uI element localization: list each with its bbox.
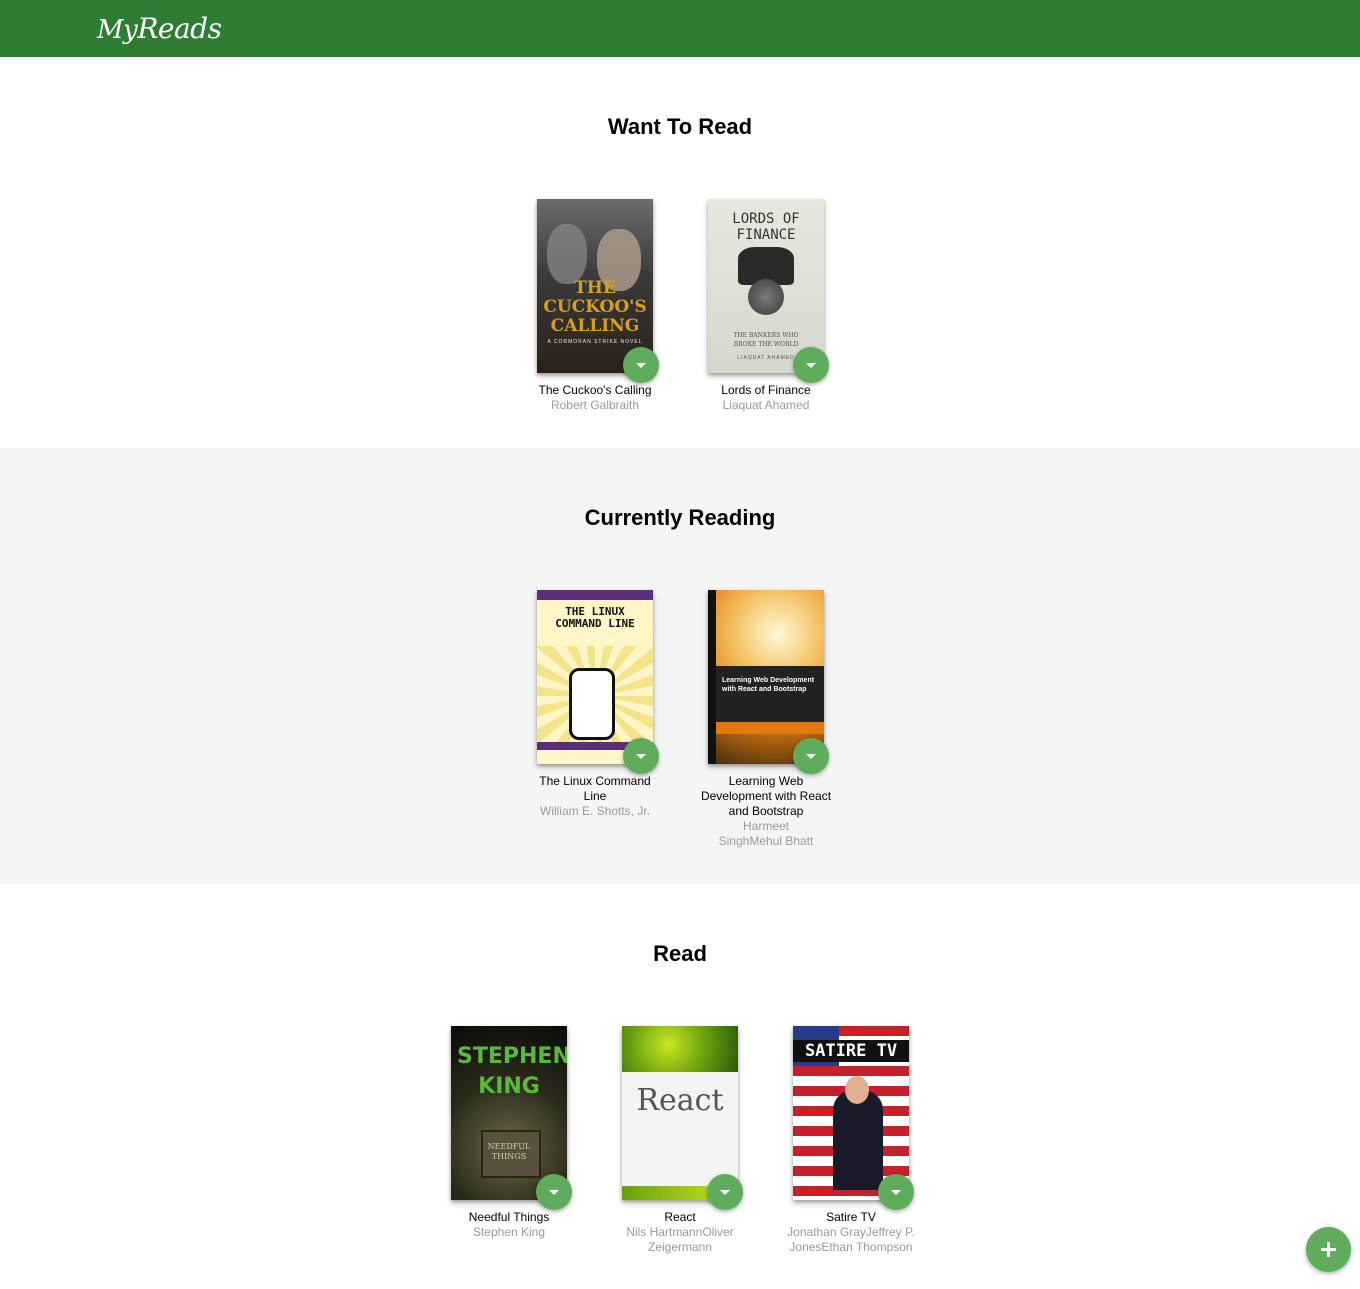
book-item: THE CUCKOO'S CALLING A CORMORAN STRIKE N… [525, 199, 665, 413]
book-item: THE LINUX COMMAND LINE The Linux Command… [525, 590, 665, 819]
book-authors: Stephen King [472, 1225, 546, 1239]
cover-title: NEEDFUL THINGS [487, 1142, 531, 1161]
cover-title: THE LINUX COMMAND LINE [555, 605, 635, 630]
book-item: Learning Web Development with React and … [696, 590, 836, 849]
book-title: The Cuckoo's Calling [538, 383, 652, 397]
add-book-button[interactable] [1306, 1227, 1351, 1272]
book-authors: Robert Galbraith [550, 398, 640, 412]
shelf-title: Currently Reading [584, 505, 776, 530]
cover-title: Learning Web Development with React and … [722, 677, 815, 693]
shelf-changer-button[interactable] [793, 738, 829, 774]
book-title: The Linux Command Line [539, 774, 651, 803]
book-title: Satire TV [826, 1210, 876, 1224]
shelf-changer-button[interactable] [536, 1174, 572, 1210]
book-authors: Harmeet SinghMehul Bhatt [718, 819, 814, 848]
cover-title: SATIRE TV [804, 1041, 898, 1061]
book-authors: Liaquat Ahamed [722, 398, 810, 412]
book-authors: Nils HartmannOliver Zeigermann [626, 1225, 734, 1254]
book-authors: Jonathan GrayJeffrey P. JonesEthan Thomp… [787, 1225, 915, 1254]
shelf-changer-button[interactable] [793, 347, 829, 383]
shelf-changer-button[interactable] [623, 347, 659, 383]
book-title: React [664, 1210, 696, 1224]
cover-subtitle: THE BANKERS WHO BROKE THE WORLD [733, 332, 799, 348]
shelf-currently-reading: Currently Reading THE LINUX COMMAND LINE… [0, 448, 1360, 884]
app-logo: MyReads [97, 12, 222, 45]
shelf-changer-button[interactable] [707, 1174, 743, 1210]
book-item: LORDS OF FINANCE THE BANKERS WHO BROKE T… [696, 199, 836, 413]
cover-author: STEPHEN KING [457, 1044, 567, 1099]
shelf-read: Read STEPHEN KING NEEDFUL THINGS Needful… [0, 884, 1360, 1289]
shelf-changer-button[interactable] [623, 738, 659, 774]
book-title: Needful Things [468, 1210, 550, 1224]
book-item: SATIRE TV Satire TV Jonathan GrayJeffrey… [781, 1026, 921, 1255]
cover-tagline: A CORMORAN STRIKE NOVEL [547, 339, 643, 345]
book-authors: William E. Shotts, Jr. [539, 804, 651, 818]
shelf-changer-button[interactable] [878, 1174, 914, 1210]
shelf-title: Want To Read [607, 114, 753, 139]
cover-title: LORDS OF FINANCE [732, 211, 800, 243]
cover-title: React [636, 1083, 724, 1118]
book-item: React React Nils HartmannOliver Zeigerma… [610, 1026, 750, 1255]
shelf-title: Read [653, 941, 707, 966]
shelf-want-to-read: Want To Read THE CUCKOO'S CALLING A CORM… [0, 57, 1360, 448]
book-item: STEPHEN KING NEEDFUL THINGS Needful Thin… [439, 1026, 579, 1240]
book-title: Lords of Finance [721, 383, 811, 397]
cover-title: THE CUCKOO'S CALLING [543, 278, 647, 336]
book-title: Learning Web Development with React and … [700, 774, 832, 818]
app-header: MyReads [0, 0, 1360, 57]
